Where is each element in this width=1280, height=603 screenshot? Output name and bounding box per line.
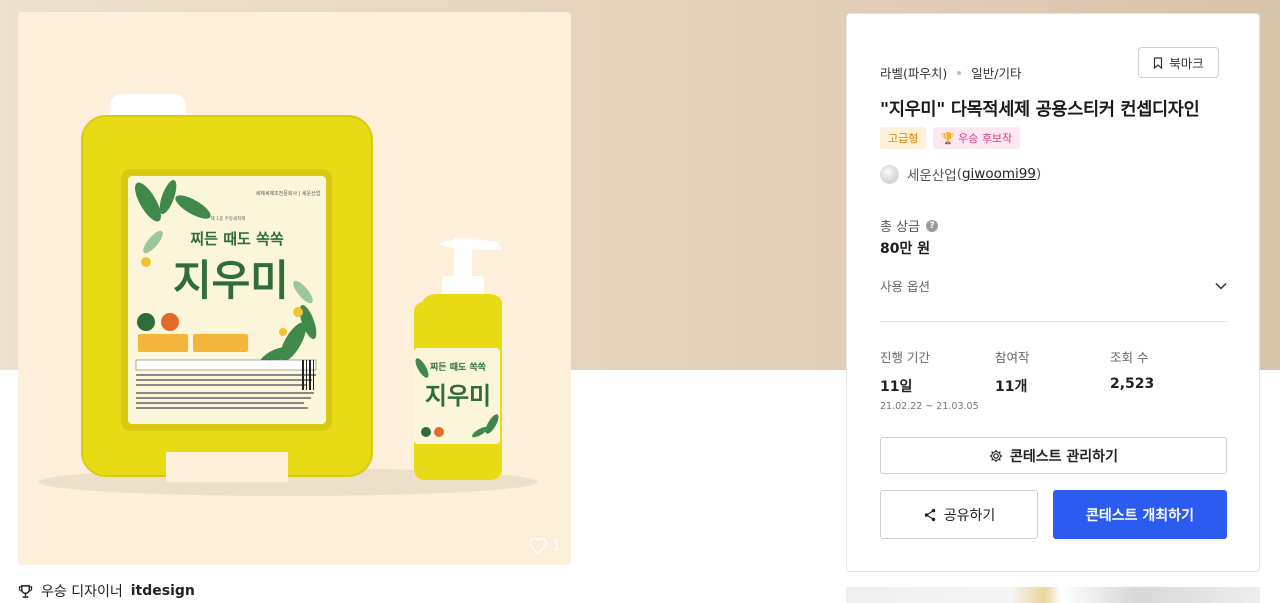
- bottle-slogan: 찌든 때도 쏙쏙: [430, 361, 486, 373]
- candidate-badge-label: 우승 후보작: [958, 132, 1013, 145]
- heart-icon: [529, 537, 548, 555]
- winner-designer: 우승 디자이너 itdesign: [18, 581, 195, 601]
- period-range: 21.02.22 ~ 21.03.05: [880, 401, 979, 412]
- label-slogan: 찌든 때도 쏙쏙: [190, 230, 283, 248]
- entries-value: 11개: [995, 379, 1028, 395]
- bookmark-label: 북마크: [1169, 56, 1204, 71]
- like-button[interactable]: 1: [528, 537, 561, 555]
- label-top-text: 세제세제조전문회사 | 세운산업: [256, 190, 321, 197]
- bookmark-button[interactable]: 북마크: [1138, 47, 1219, 78]
- grade-badge: 고급형: [880, 127, 927, 149]
- views-value: 2,523: [1110, 376, 1155, 392]
- prize-label-text: 총 상금: [880, 220, 921, 235]
- share-label: 공유하기: [943, 507, 996, 524]
- bookmark-icon: [1154, 56, 1163, 69]
- trophy-icon: [18, 584, 33, 598]
- host-name: 세운산업: [907, 168, 957, 184]
- chevron-down-icon: [1215, 282, 1227, 290]
- share-button[interactable]: 공유하기: [880, 490, 1038, 539]
- winner-prefix: 우승 디자이너: [41, 584, 123, 600]
- next-section-preview: [846, 587, 1260, 603]
- divider: [880, 321, 1227, 322]
- bottle-brand: 지우미: [425, 382, 491, 410]
- badge-group: 고급형 🏆 우승 후보작: [880, 127, 1021, 149]
- detergent-illustration: 찌든 때도 쏙쏙 지우미 세제세제조전문회사 | 세운산업 제 1종 주방세척제: [38, 94, 538, 496]
- trophy-icon: 🏆: [941, 131, 956, 145]
- stat-views: 조회 수 2,523: [1110, 347, 1225, 412]
- manage-contest-button[interactable]: 콘테스트 관리하기: [880, 437, 1227, 474]
- usage-options-toggle[interactable]: 사용 옵션: [880, 276, 1227, 295]
- gear-icon: [989, 449, 1003, 462]
- breadcrumb-separator: [957, 70, 962, 75]
- breadcrumb: 라벨(파우치) 일반/기타: [880, 63, 1021, 82]
- contest-title: "지우미" 다목적세제 공용스티커 컨셉디자인: [880, 100, 1200, 120]
- prize-label: 총 상금 ?: [880, 216, 939, 235]
- host-contest-button[interactable]: 콘테스트 개최하기: [1053, 490, 1227, 539]
- period-value: 11일: [880, 379, 913, 395]
- avatar: [880, 164, 899, 184]
- product-image[interactable]: 찌든 때도 쏙쏙 지우미 세제세제조전문회사 | 세운산업 제 1종 주방세척제: [18, 12, 571, 565]
- host-handle[interactable]: giwoomi99: [962, 166, 1036, 182]
- views-label: 조회 수: [1110, 350, 1149, 365]
- stat-period: 진행 기간 11일 21.02.22 ~ 21.03.05: [880, 347, 995, 412]
- label-small-brand: 제 1종 주방세척제: [211, 215, 246, 222]
- winner-name[interactable]: itdesign: [131, 583, 195, 599]
- prize-value: 80만 원: [880, 241, 931, 257]
- stat-entries: 참여작 11개: [995, 347, 1110, 412]
- like-count: 1: [552, 538, 561, 554]
- usage-options-label: 사용 옵션: [880, 279, 930, 294]
- contest-stats: 진행 기간 11일 21.02.22 ~ 21.03.05 참여작 11개 조회…: [880, 347, 1225, 412]
- period-label: 진행 기간: [880, 350, 930, 365]
- manage-contest-label: 콘테스트 관리하기: [1010, 448, 1118, 465]
- host-info[interactable]: 세운산업 (giwoomi99): [880, 164, 1041, 184]
- entries-label: 참여작: [995, 350, 1030, 365]
- label-brand: 지우미: [173, 256, 289, 305]
- breadcrumb-category[interactable]: 라벨(파우치): [880, 63, 947, 82]
- candidate-badge: 🏆 우승 후보작: [933, 127, 1021, 149]
- help-icon[interactable]: ?: [926, 219, 939, 232]
- share-icon: [924, 508, 935, 521]
- contest-info-panel: 라벨(파우치) 일반/기타 북마크 "지우미" 다목적세제 공용스티커 컨셉디자…: [846, 13, 1260, 572]
- breadcrumb-subcategory[interactable]: 일반/기타: [971, 63, 1021, 82]
